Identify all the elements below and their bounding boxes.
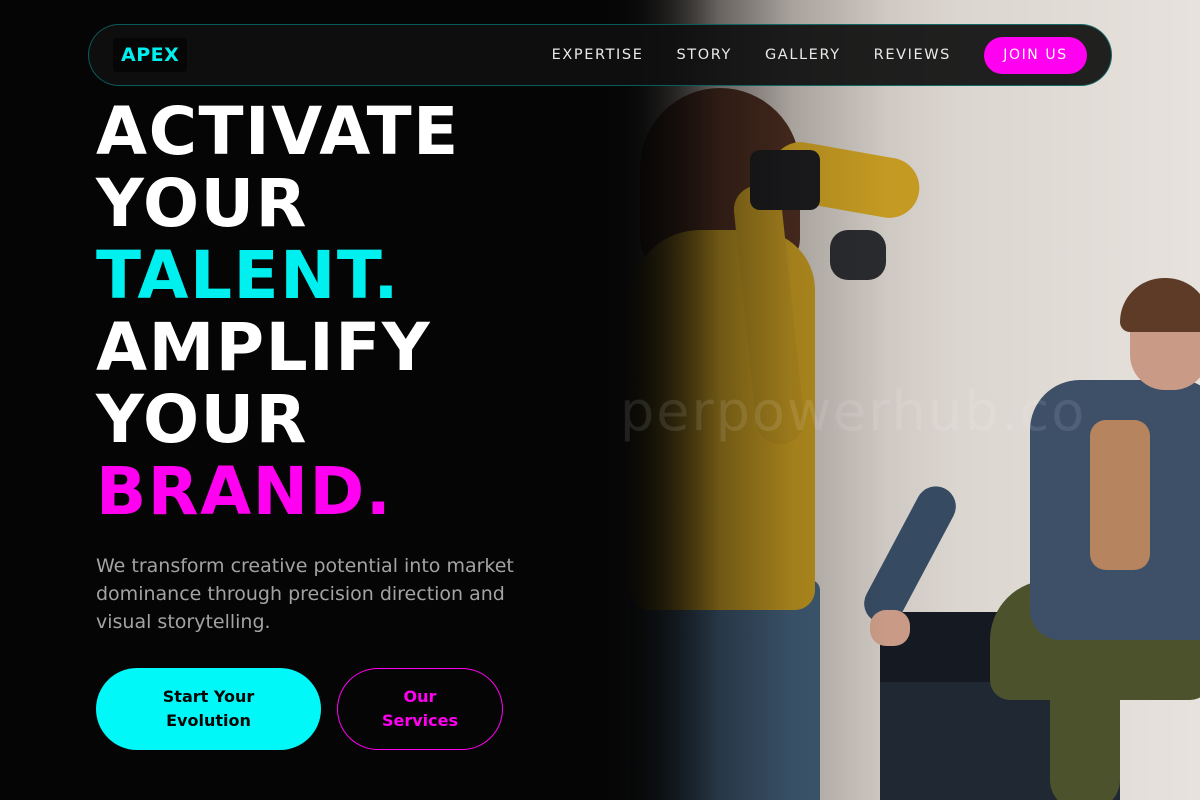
apex-logo[interactable]: APEX: [113, 38, 188, 72]
our-services-button[interactable]: Our Services: [337, 668, 503, 750]
primary-cta-line-1: Start Your: [162, 687, 255, 706]
hero-description: We transform creative potential into mar…: [96, 555, 514, 633]
hero-section: ACTIVATE YOUR TALENT. AMPLIFY YOUR BRAND…: [96, 96, 460, 528]
headline-line-brand: BRAND.: [96, 453, 393, 530]
photo-watermark: perpowerhub.co: [620, 380, 1087, 443]
primary-cta-line-2: Evolution: [166, 711, 251, 730]
headline-line-your: YOUR: [96, 165, 308, 242]
secondary-cta-line-1: Our: [403, 687, 437, 706]
headline-line-amplify: AMPLIFY: [96, 309, 432, 386]
nav-link-expertise[interactable]: EXPERTISE: [552, 47, 644, 63]
start-your-evolution-button[interactable]: Start Your Evolution: [96, 668, 321, 750]
headline-line-talent: TALENT.: [96, 237, 400, 314]
nav-links: EXPERTISE STORY GALLERY REVIEWS: [552, 47, 951, 63]
headline-line-your-2: YOUR: [96, 381, 308, 458]
nav-link-reviews[interactable]: REVIEWS: [874, 47, 951, 63]
join-us-button[interactable]: JOIN US: [984, 36, 1087, 74]
headline-line-activate: ACTIVATE: [96, 93, 460, 170]
hero-headline: ACTIVATE YOUR TALENT. AMPLIFY YOUR BRAND…: [96, 96, 460, 528]
top-navigation: APEX EXPERTISE STORY GALLERY REVIEWS JOI…: [88, 24, 1112, 86]
nav-link-story[interactable]: STORY: [676, 47, 731, 63]
secondary-cta-line-2: Services: [381, 711, 459, 730]
nav-link-gallery[interactable]: GALLERY: [765, 47, 841, 63]
